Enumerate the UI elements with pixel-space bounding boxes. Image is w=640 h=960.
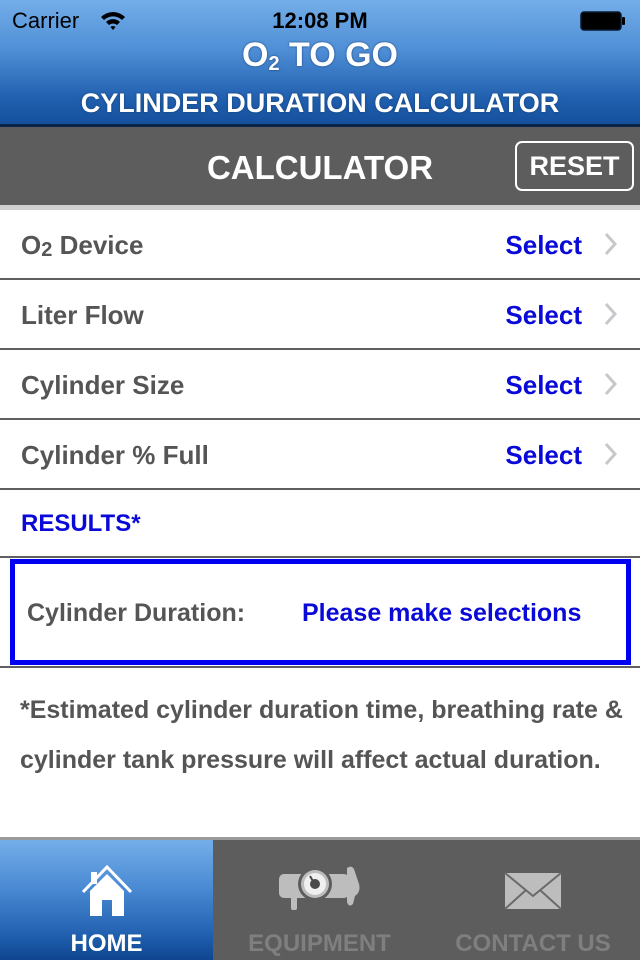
results-section-header: RESULTS* [0,488,640,558]
tab-label: CONTACT US [455,930,611,957]
row-liter-flow[interactable]: Liter Flow Select [0,280,640,350]
cylinder-duration-label: Cylinder Duration: [27,599,246,627]
tab-bar: HOME EQUIPMENT CONTACT US [0,837,640,960]
oxygen-regulator-icon [278,866,359,910]
row-o2-device[interactable]: O2 Device Select [0,210,640,280]
tab-contact-us[interactable]: CONTACT US [426,840,640,960]
cylinder-duration-value: Please make selections [302,599,582,627]
calculator-toolbar: CALCULATOR RESET [0,127,640,205]
select-value[interactable]: Select [505,440,582,471]
row-label: Cylinder % Full [21,440,209,470]
results-label: RESULTS* [21,510,141,537]
row-label: O2 Device [21,230,144,261]
row-cylinder-size[interactable]: Cylinder Size Select [0,350,640,420]
status-bar: Carrier 12:08 PM [0,0,640,40]
divider [0,666,640,668]
chevron-right-icon [604,232,618,256]
reset-button[interactable]: RESET [515,141,634,191]
disclaimer-text: *Estimated cylinder duration time, breat… [20,696,623,774]
tab-label: HOME [70,930,143,957]
chevron-right-icon [604,442,618,466]
status-time: 12:08 PM [272,8,368,33]
app-title: O2 TO GO [242,36,398,75]
app-header: Carrier 12:08 PM O2 TO GO CYLINDER DURAT… [0,0,640,127]
tab-home[interactable]: HOME [0,840,213,960]
select-value[interactable]: Select [505,300,582,331]
results-box: Cylinder Duration: Please make selection… [10,559,631,665]
row-cylinder-percent-full[interactable]: Cylinder % Full Select [0,420,640,490]
battery-full-icon [580,11,625,31]
tab-label: EQUIPMENT [248,930,391,957]
envelope-icon [504,872,562,910]
chevron-right-icon [604,372,618,396]
row-label: Cylinder Size [21,370,185,400]
tab-equipment[interactable]: EQUIPMENT [213,840,426,960]
row-label: Liter Flow [21,300,144,330]
app-subtitle: CYLINDER DURATION CALCULATOR [80,88,560,118]
select-value[interactable]: Select [505,230,582,261]
select-value[interactable]: Select [505,370,582,401]
chevron-right-icon [604,302,618,326]
home-icon [81,864,132,916]
